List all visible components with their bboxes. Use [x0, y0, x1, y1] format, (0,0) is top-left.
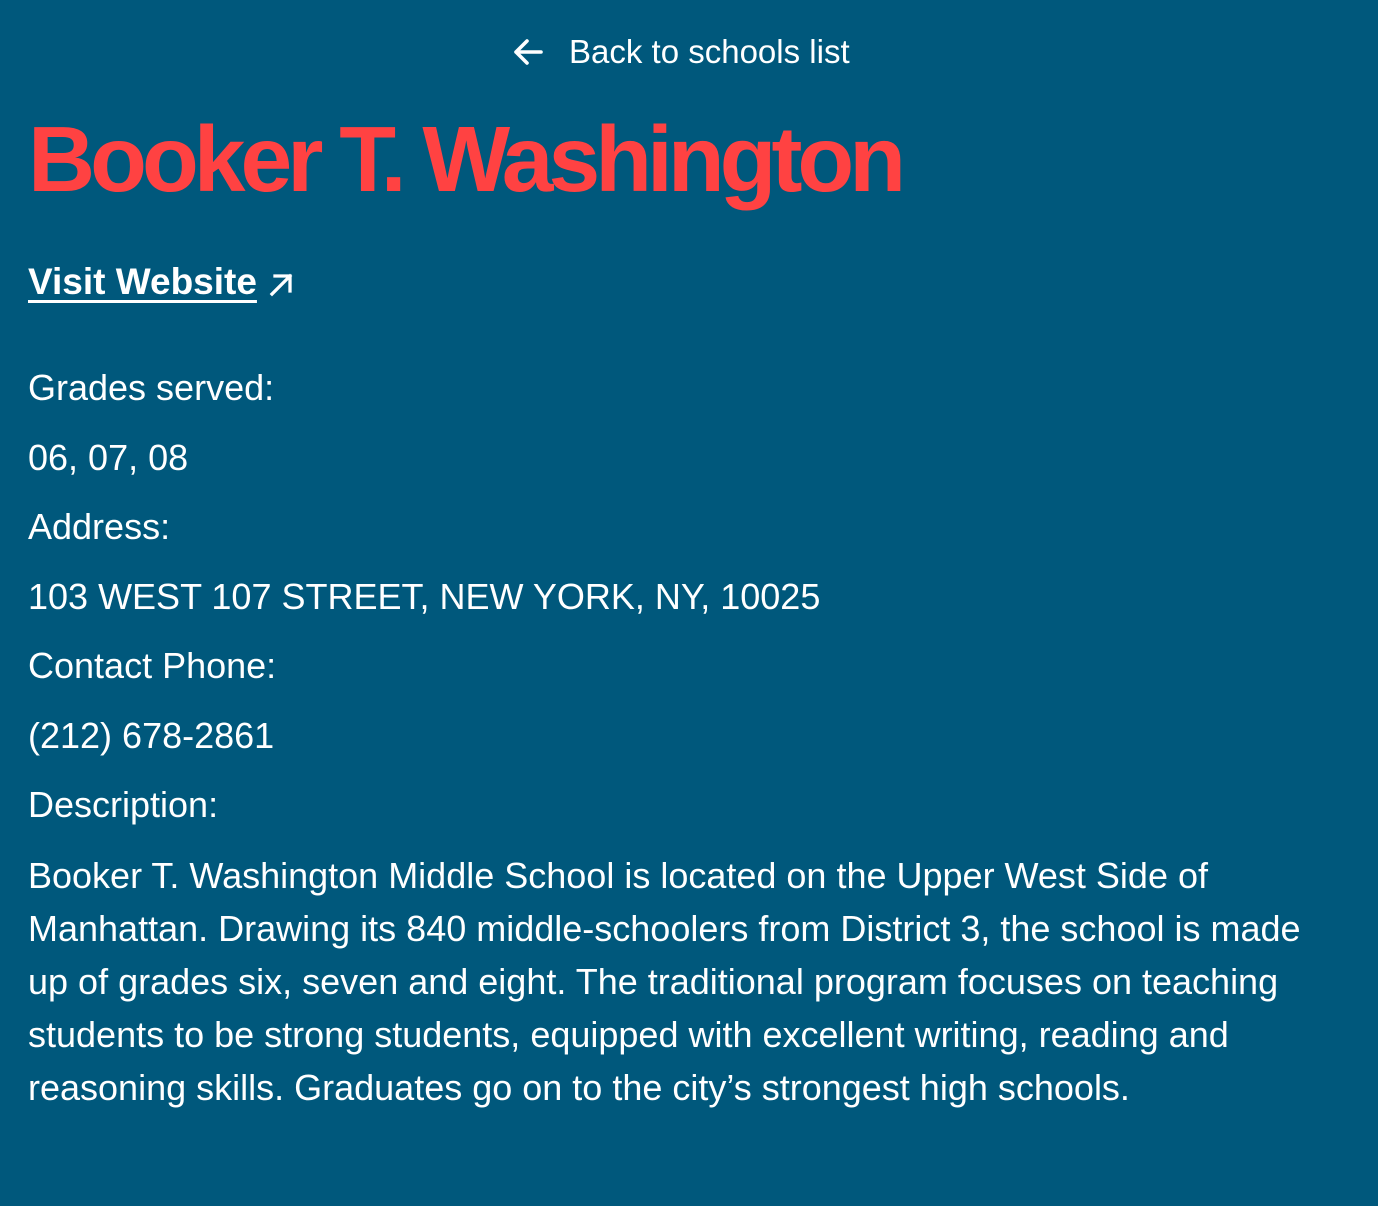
address-label: Address: — [28, 506, 171, 547]
school-name-title: Booker T. Washington — [28, 107, 906, 211]
arrow-left-icon — [509, 33, 547, 71]
description-value: Booker T. Washington Middle School is lo… — [28, 855, 1301, 1108]
address-value: 103 WEST 107 STREET, NEW YORK, NY, 10025 — [28, 576, 821, 617]
description-label: Description: — [28, 784, 219, 825]
back-to-schools-label: Back to schools list — [569, 33, 850, 70]
grades-served-label: Grades served: — [28, 367, 275, 408]
contact-phone-label: Contact Phone: — [28, 645, 277, 686]
school-detail-page: Back to schools list Booker T. Washingto… — [0, 0, 1378, 1206]
visit-website-label: Visit Website — [28, 261, 257, 302]
external-link-arrow-icon — [265, 266, 297, 298]
grades-served-value: 06, 07, 08 — [28, 437, 189, 478]
contact-phone-value: (212) 678-2861 — [28, 715, 275, 756]
back-to-schools-link[interactable]: Back to schools list — [509, 30, 850, 74]
school-details: Grades served: 06, 07, 08 Address: 103 W… — [28, 362, 1348, 1114]
visit-website-link[interactable]: Visit Website — [28, 260, 297, 304]
